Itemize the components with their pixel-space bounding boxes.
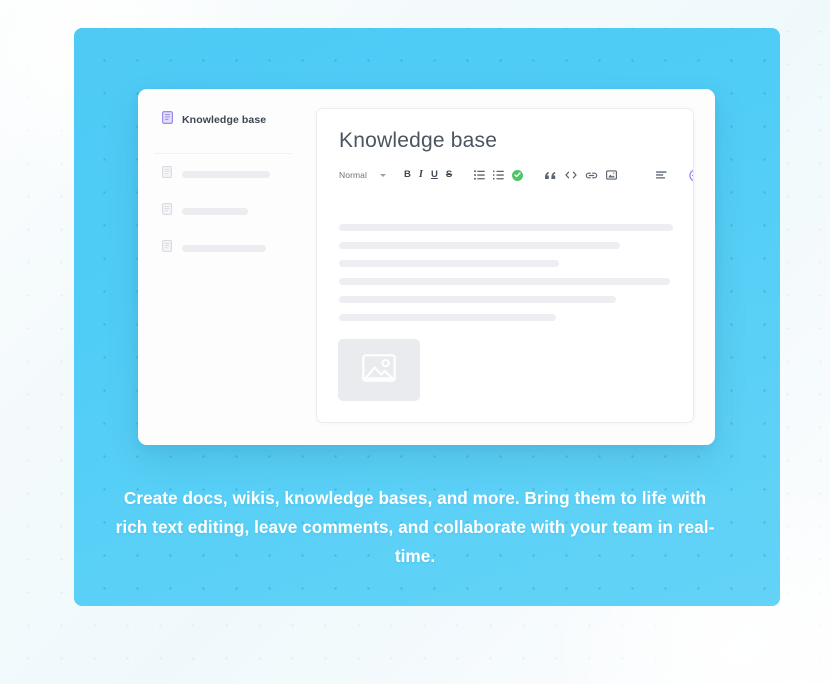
page-root: Knowledge base Knowledge base Normal B I… (0, 0, 830, 684)
align-left-button[interactable] (656, 168, 667, 183)
page-title: Knowledge base (339, 129, 498, 152)
code-block-button[interactable] (565, 168, 577, 183)
document-icon (162, 239, 172, 257)
bold-button[interactable]: B (404, 168, 411, 183)
link-button[interactable] (585, 168, 598, 183)
document-body-placeholder (339, 224, 673, 321)
formatting-toolbar: Normal B I U S (339, 165, 693, 185)
document-icon (162, 165, 172, 183)
body-placeholder-line (339, 296, 617, 303)
document-icon (162, 202, 172, 220)
body-placeholder-line (339, 242, 620, 249)
checklist-button[interactable] (512, 168, 524, 183)
underline-button[interactable]: U (431, 168, 438, 183)
sidebar-document-list (138, 165, 296, 257)
chevron-down-icon[interactable] (380, 173, 386, 177)
image-button[interactable] (606, 168, 618, 183)
list-item-placeholder-bar (182, 170, 270, 178)
image-placeholder-icon (362, 353, 396, 387)
strikethrough-button[interactable]: S (446, 168, 452, 183)
sidebar-header-label: Knowledge base (182, 114, 267, 126)
add-block-button[interactable] (689, 168, 693, 183)
list-item[interactable] (162, 165, 296, 183)
bulleted-list-button[interactable] (474, 168, 485, 183)
numbered-list-button[interactable] (493, 168, 504, 183)
body-placeholder-line (339, 314, 557, 321)
body-placeholder-line (339, 224, 673, 231)
list-item-placeholder-bar (182, 207, 248, 215)
sidebar: Knowledge base (138, 89, 296, 445)
feature-caption: Create docs, wikis, knowledge bases, and… (115, 488, 715, 566)
image-placeholder-block[interactable] (338, 339, 420, 401)
style-select-value[interactable]: Normal (339, 170, 367, 180)
body-placeholder-line (339, 278, 670, 285)
editor-pane: Knowledge base Normal B I U S (296, 89, 715, 445)
list-item[interactable] (162, 202, 296, 220)
italic-button[interactable]: I (419, 168, 423, 183)
blockquote-button[interactable] (545, 168, 557, 183)
body-placeholder-line (339, 260, 560, 267)
list-item-placeholder-bar (182, 244, 266, 252)
app-window-card: Knowledge base Knowledge base Normal B I… (138, 89, 715, 445)
sidebar-divider (154, 153, 292, 154)
list-item[interactable] (162, 239, 296, 257)
document-icon (162, 111, 174, 129)
sidebar-item-knowledge-base[interactable]: Knowledge base (138, 107, 296, 133)
check-circle-icon (512, 169, 524, 181)
editor-sheet: Knowledge base Normal B I U S (317, 109, 693, 422)
